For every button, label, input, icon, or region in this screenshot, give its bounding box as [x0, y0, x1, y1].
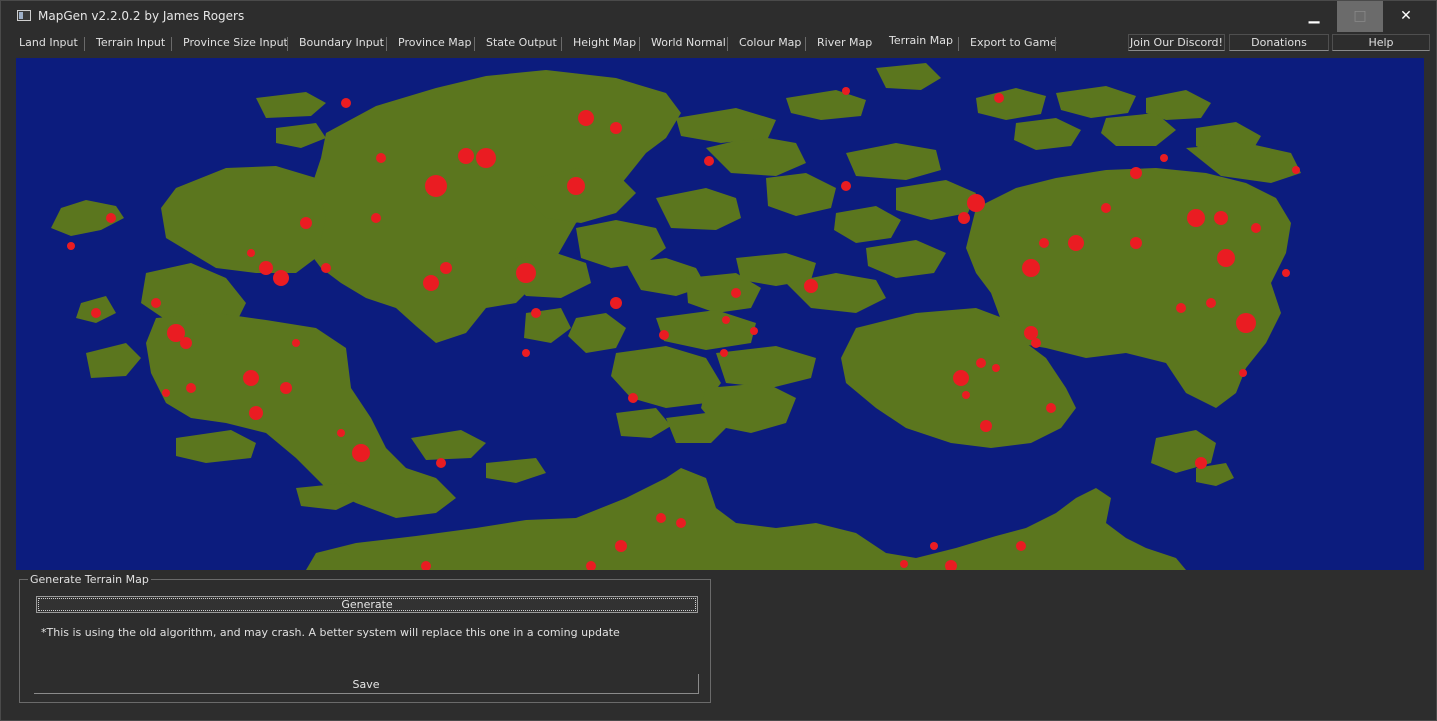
close-button[interactable]: ✕ [1383, 1, 1429, 32]
algorithm-warning-note: *This is using the old algorithm, and ma… [41, 626, 620, 639]
save-button[interactable]: Save [34, 674, 699, 694]
tab-height-map[interactable]: Height Map [573, 34, 636, 54]
tab-separator [805, 37, 806, 51]
donations-button[interactable]: Donations [1229, 34, 1329, 51]
tab-world-normal[interactable]: World Normal [651, 34, 726, 54]
tab-province-map[interactable]: Province Map [398, 34, 472, 54]
terrain-map-image [16, 58, 1424, 570]
tab-separator [386, 37, 387, 51]
maximize-button[interactable]: □ [1337, 1, 1383, 32]
tab-terrain-input[interactable]: Terrain Input [96, 34, 165, 54]
minimize-button[interactable]: ▁ [1291, 1, 1337, 32]
tab-river-map[interactable]: River Map [817, 34, 872, 54]
generate-button[interactable]: Generate [36, 596, 698, 613]
tab-separator [1055, 37, 1056, 51]
join-discord-button[interactable]: Join Our Discord! [1128, 34, 1225, 51]
tab-separator [84, 37, 85, 51]
help-button[interactable]: Help [1332, 34, 1430, 51]
tab-separator [639, 37, 640, 51]
tab-bar: Land Input Terrain Input Province Size I… [1, 34, 1436, 54]
tab-export-to-game[interactable]: Export to Game [970, 34, 1057, 54]
tab-boundary-input[interactable]: Boundary Input [299, 34, 384, 54]
terrain-map-view[interactable] [16, 58, 1424, 570]
app-window: MapGen v2.2.0.2 by James Rogers ▁ □ ✕ La… [0, 0, 1437, 721]
tab-separator [561, 37, 562, 51]
generate-terrain-map-group: Generate Terrain Map Generate *This is u… [19, 573, 711, 703]
group-title: Generate Terrain Map [28, 573, 151, 586]
tab-separator [958, 37, 959, 51]
tab-separator [727, 37, 728, 51]
tab-separator [287, 37, 288, 51]
tab-land-input[interactable]: Land Input [19, 34, 78, 54]
tab-state-output[interactable]: State Output [486, 34, 557, 54]
tab-separator [171, 37, 172, 51]
tab-province-size-input[interactable]: Province Size Input [183, 34, 288, 54]
title-bar: MapGen v2.2.0.2 by James Rogers ▁ □ ✕ [1, 1, 1436, 32]
app-icon [17, 10, 31, 21]
tab-colour-map[interactable]: Colour Map [739, 34, 801, 54]
window-title: MapGen v2.2.0.2 by James Rogers [38, 9, 245, 23]
tab-separator [474, 37, 475, 51]
tab-terrain-map[interactable]: Terrain Map [889, 32, 953, 52]
